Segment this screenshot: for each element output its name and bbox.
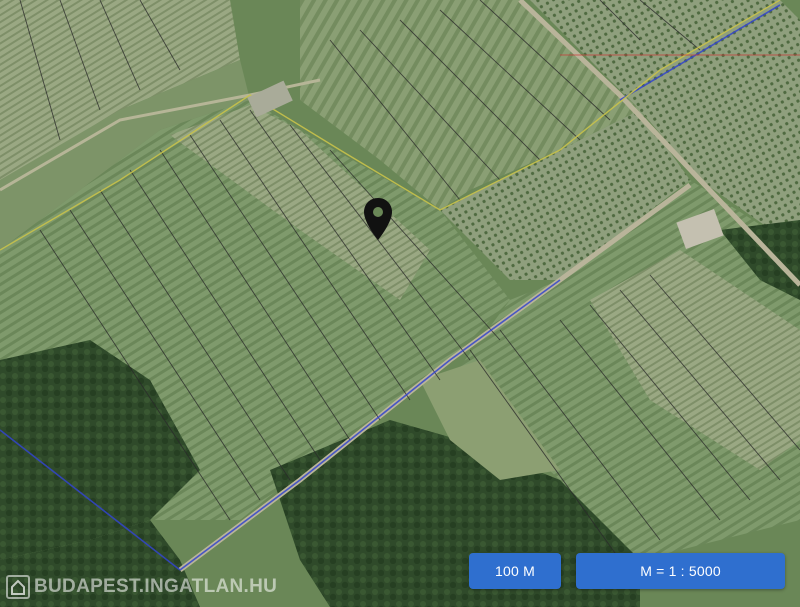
scale-bar-button[interactable]: 100 M xyxy=(469,553,561,589)
map-ratio-button[interactable]: M = 1 : 5000 xyxy=(576,553,785,589)
scale-label: 100 M xyxy=(495,563,535,579)
house-logo-icon xyxy=(6,575,30,599)
ratio-label: M = 1 : 5000 xyxy=(640,563,721,579)
map-pin-icon[interactable] xyxy=(364,198,392,240)
site-watermark: BUDAPEST.INGATLAN.HU xyxy=(6,573,277,601)
satellite-map[interactable] xyxy=(0,0,800,607)
watermark-text: BUDAPEST.INGATLAN.HU xyxy=(34,576,278,597)
